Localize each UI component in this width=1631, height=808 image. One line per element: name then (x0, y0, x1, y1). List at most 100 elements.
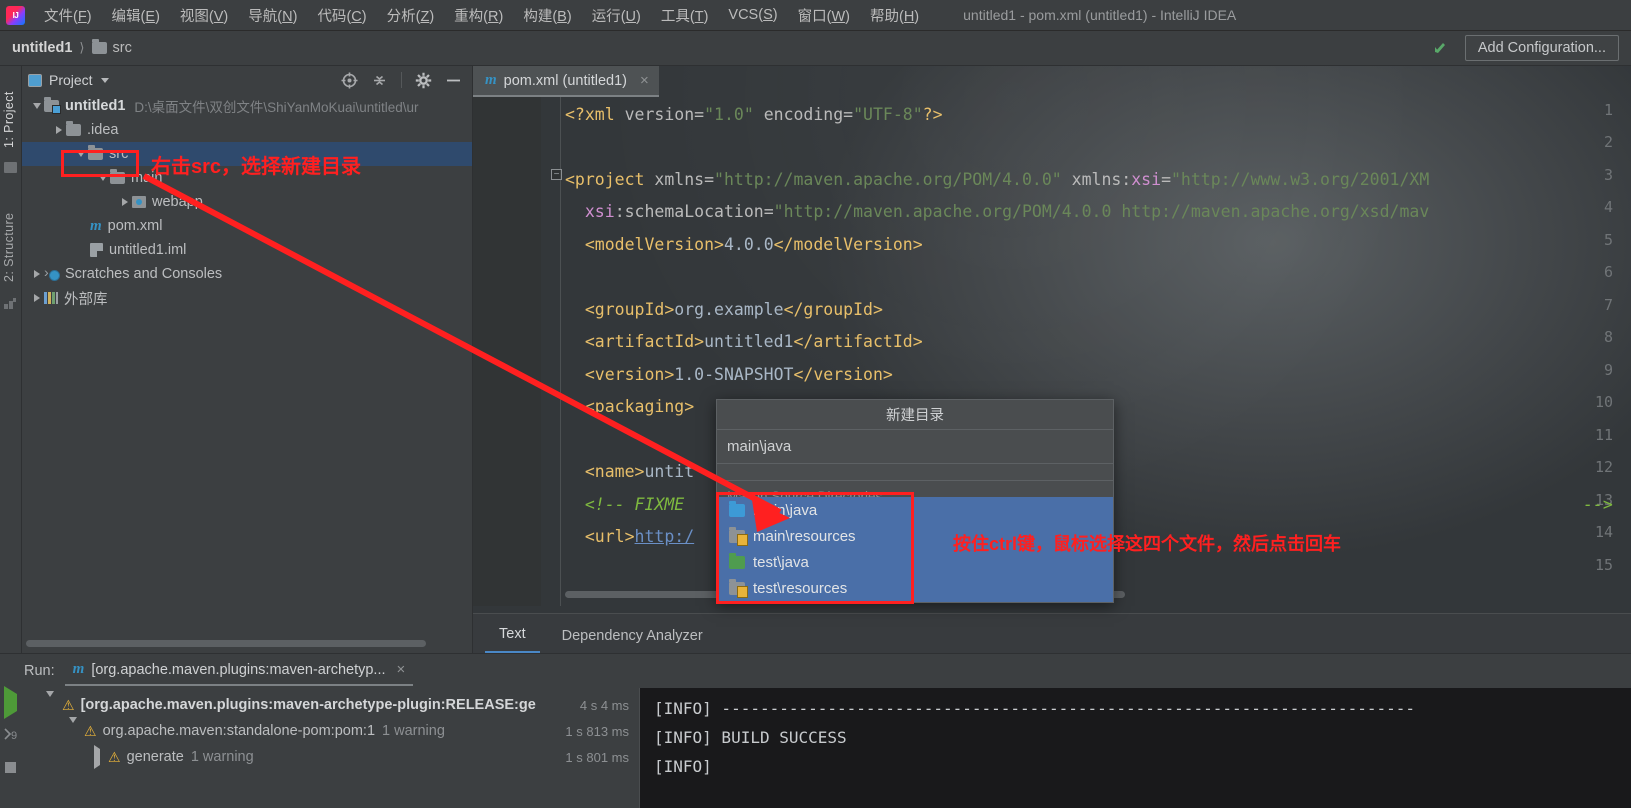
breadcrumb-separator-icon: ⟩ (79, 40, 85, 55)
project-panel-horizontal-scrollbar[interactable] (26, 640, 426, 647)
navbar-right-controls: Add Configuration... (1431, 35, 1631, 61)
code-line-5: <modelVersion>4.0.0</modelVersion> (565, 235, 923, 254)
expand-arrow-icon[interactable] (52, 126, 66, 134)
run-window-body: 9 ⚠ [org.apache.maven.plugins:maven-arch… (0, 686, 1631, 808)
folder-icon (110, 169, 125, 184)
tree-item-iml[interactable]: untitled1.iml (22, 238, 472, 262)
run-arrow-icon[interactable] (1431, 38, 1451, 58)
tree-item-label: .idea (87, 122, 119, 138)
editor-tab-label: pom.xml (untitled1) (503, 72, 627, 89)
new-directory-popup[interactable]: 新建目录 main\java Maven Source Directories … (716, 399, 1114, 603)
run-row-duration: 1 s 801 ms (565, 749, 629, 765)
code-line-10: <packaging> (565, 397, 695, 416)
locate-icon[interactable] (341, 72, 358, 89)
code-line-13-tail: --> (1583, 495, 1613, 514)
editor-tab-pom-xml[interactable]: m pom.xml (untitled1) × (473, 66, 659, 97)
tree-item-label: untitled1.iml (109, 242, 187, 258)
warning-icon: ⚠ (62, 696, 75, 713)
menu-build[interactable]: 构建(B) (513, 1, 581, 30)
tab-dependency-analyzer[interactable]: Dependency Analyzer (548, 620, 717, 653)
expand-arrow-icon[interactable] (30, 103, 44, 109)
expand-arrow-icon[interactable] (30, 270, 44, 278)
close-icon[interactable]: × (397, 661, 406, 678)
expand-arrow-icon[interactable] (94, 745, 100, 769)
run-task-tree[interactable]: ⚠ [org.apache.maven.plugins:maven-archet… (24, 688, 640, 808)
collapse-all-icon[interactable] (371, 72, 388, 89)
tree-item-label: 外部库 (64, 291, 108, 308)
list-item-test-resources[interactable]: test\resources (717, 575, 1113, 601)
folder-blue-icon (729, 500, 745, 517)
table-row[interactable]: ⚠ org.apache.maven:standalone-pom:pom:1 … (24, 717, 639, 744)
code-fold-icon[interactable]: − (551, 169, 562, 180)
menu-vcs[interactable]: VCS(S) (718, 3, 787, 27)
expand-arrow-icon[interactable] (118, 198, 132, 206)
annotation-text-ctrl-select: 按住ctrl键，鼠标选择这四个文件，然后点击回车 (953, 534, 1342, 554)
table-row[interactable]: ⚠ generate 1 warning 1 s 801 ms (24, 744, 639, 770)
hide-panel-icon[interactable] (445, 72, 462, 89)
tab-text[interactable]: Text (485, 618, 540, 653)
run-badge[interactable]: 9 (4, 726, 21, 745)
tree-item-scratches[interactable]: Scratches and Consoles (22, 262, 472, 286)
build-console-output[interactable]: [INFO] ---------------------------------… (640, 688, 1631, 808)
expand-arrow-icon[interactable] (69, 717, 77, 739)
tree-item-idea[interactable]: .idea (22, 118, 472, 142)
tree-item-external-libraries[interactable]: 外部库 (22, 286, 472, 310)
directory-name-input[interactable]: main\java (717, 430, 1113, 464)
popup-spacer (717, 464, 1113, 481)
rerun-icon[interactable] (4, 686, 17, 719)
code-line-14: <url>http:/ (565, 527, 695, 546)
run-tab[interactable]: m [org.apache.maven.plugins:maven-archet… (64, 656, 414, 686)
tree-item-webapp[interactable]: webapp (22, 190, 472, 214)
breadcrumb-src[interactable]: src (91, 39, 132, 56)
breadcrumb-project[interactable]: untitled1 (12, 40, 72, 56)
stop-icon[interactable] (5, 762, 16, 773)
window-title: untitled1 - pom.xml (untitled1) - Intell… (963, 7, 1237, 23)
menu-tools[interactable]: 工具(T) (651, 1, 719, 30)
iml-file-icon (90, 243, 103, 257)
warning-icon: ⚠ (84, 722, 97, 739)
project-view-icon (28, 73, 42, 87)
tree-item-label: untitled1 (65, 98, 126, 114)
menu-code[interactable]: 代码(C) (307, 1, 376, 30)
sidebar-tab-structure[interactable]: 2: Structure (2, 186, 20, 282)
project-path-label: D:\桌面文件\双创文件\ShiYanMoKuai\untitled\ur (134, 100, 419, 115)
test-resources-folder-icon (729, 578, 748, 598)
popup-title: 新建目录 (717, 400, 1113, 430)
run-side-toolbar: 9 (0, 686, 24, 808)
menu-window[interactable]: 窗口(W) (788, 1, 860, 30)
table-row[interactable]: ⚠ [org.apache.maven.plugins:maven-archet… (24, 691, 639, 718)
menu-help[interactable]: 帮助(H) (860, 1, 929, 30)
expand-arrow-icon[interactable] (74, 151, 88, 157)
tree-item-label: webapp (152, 194, 203, 210)
menu-run[interactable]: 运行(U) (582, 1, 651, 30)
line-number-gutter (473, 97, 541, 606)
close-icon[interactable]: × (640, 72, 649, 89)
left-tool-window-strip: 1: Project 2: Structure (0, 66, 22, 666)
annotation-text-src: 右击src，选择新建目录 (151, 156, 362, 178)
menu-analyze[interactable]: 分析(Z) (377, 1, 445, 30)
tree-item-pom-xml[interactable]: m pom.xml (22, 214, 472, 238)
tree-item-label: pom.xml (107, 218, 163, 234)
svg-text:9: 9 (11, 730, 17, 742)
menu-file[interactable]: 文件(F) (34, 1, 102, 30)
menu-edit[interactable]: 编辑(E) (102, 1, 170, 30)
console-line: [INFO] (654, 757, 712, 776)
chevron-down-icon[interactable] (100, 77, 109, 83)
settings-gear-icon[interactable] (415, 72, 432, 89)
menu-navigate[interactable]: 导航(N) (238, 1, 307, 30)
expand-arrow-icon[interactable] (96, 175, 110, 181)
sidebar-tab-project[interactable]: 1: Project (2, 72, 20, 148)
run-row-label: generate (126, 749, 184, 765)
maven-m-icon: m (72, 661, 85, 677)
expand-arrow-icon[interactable] (46, 691, 54, 713)
tree-item-untitled1[interactable]: untitled1 D:\桌面文件\双创文件\ShiYanMoKuai\unti… (22, 94, 472, 118)
add-configuration-button[interactable]: Add Configuration... (1464, 35, 1619, 61)
menu-view[interactable]: 视图(V) (170, 1, 238, 30)
expand-arrow-icon[interactable] (30, 294, 44, 302)
maven-m-icon: m (485, 72, 497, 88)
list-item-main-java[interactable]: main\java (717, 497, 1113, 523)
menu-refactor[interactable]: 重构(R) (444, 1, 513, 30)
external-libraries-icon (44, 292, 58, 304)
scratches-icon (44, 264, 60, 281)
intellij-idea-window: 文件(F) 编辑(E) 视图(V) 导航(N) 代码(C) 分析(Z) 重构(R… (0, 0, 1631, 808)
